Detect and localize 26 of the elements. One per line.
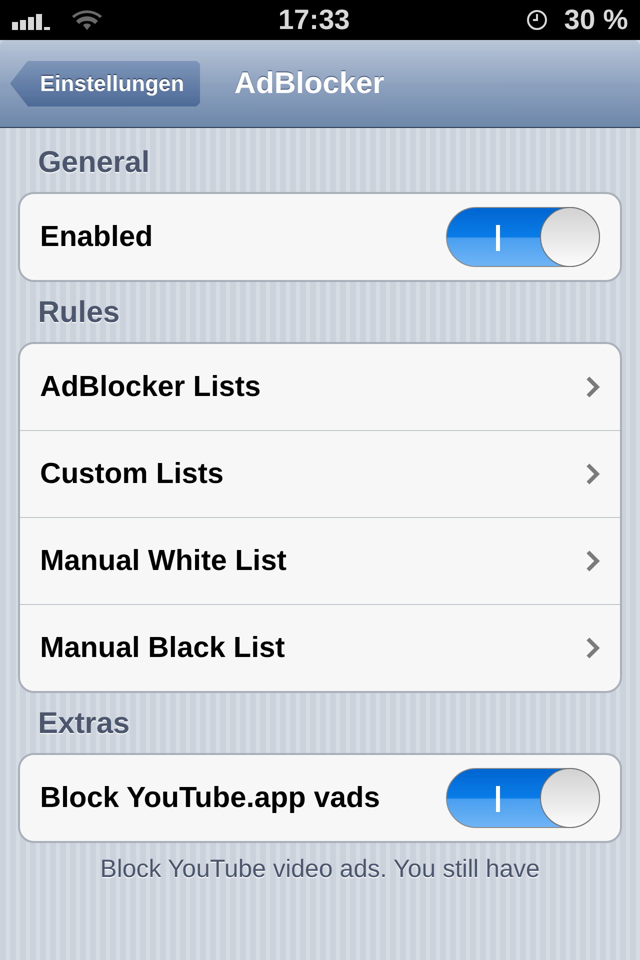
clock-icon <box>526 9 548 31</box>
wifi-icon <box>72 9 102 31</box>
row-label: Custom Lists <box>40 458 225 490</box>
row-label: Enabled <box>40 220 154 254</box>
row-label: Manual White List <box>40 544 288 578</box>
chevron-icon <box>586 550 600 572</box>
section-header: General <box>37 145 151 181</box>
chevron-icon <box>586 637 600 659</box>
on-indicator-icon <box>496 225 500 251</box>
nav-title: AdBlocker <box>234 66 384 100</box>
settings-row[interactable]: AdBlocker Lists <box>20 344 620 430</box>
settings-row[interactable]: Custom Lists <box>20 430 620 517</box>
settings-row[interactable]: Manual White List <box>20 517 620 604</box>
row-label: Block YouTube.app vads <box>40 782 382 814</box>
status-time: 17:33 <box>277 4 351 36</box>
back-button[interactable]: Einstellungen <box>10 60 200 106</box>
section-header: Rules <box>37 295 121 331</box>
row-label: Manual Black List <box>40 632 286 664</box>
section-footer: Block YouTube video ads. You still have <box>18 843 622 884</box>
settings-row[interactable]: Manual Black List <box>20 604 620 691</box>
chevron-icon <box>586 463 600 485</box>
section-header: Extras <box>37 706 131 742</box>
on-indicator-icon <box>496 786 500 812</box>
chevron-icon <box>586 376 600 398</box>
battery-percent: 30 % <box>564 4 628 36</box>
row-label: AdBlocker Lists <box>40 370 262 404</box>
